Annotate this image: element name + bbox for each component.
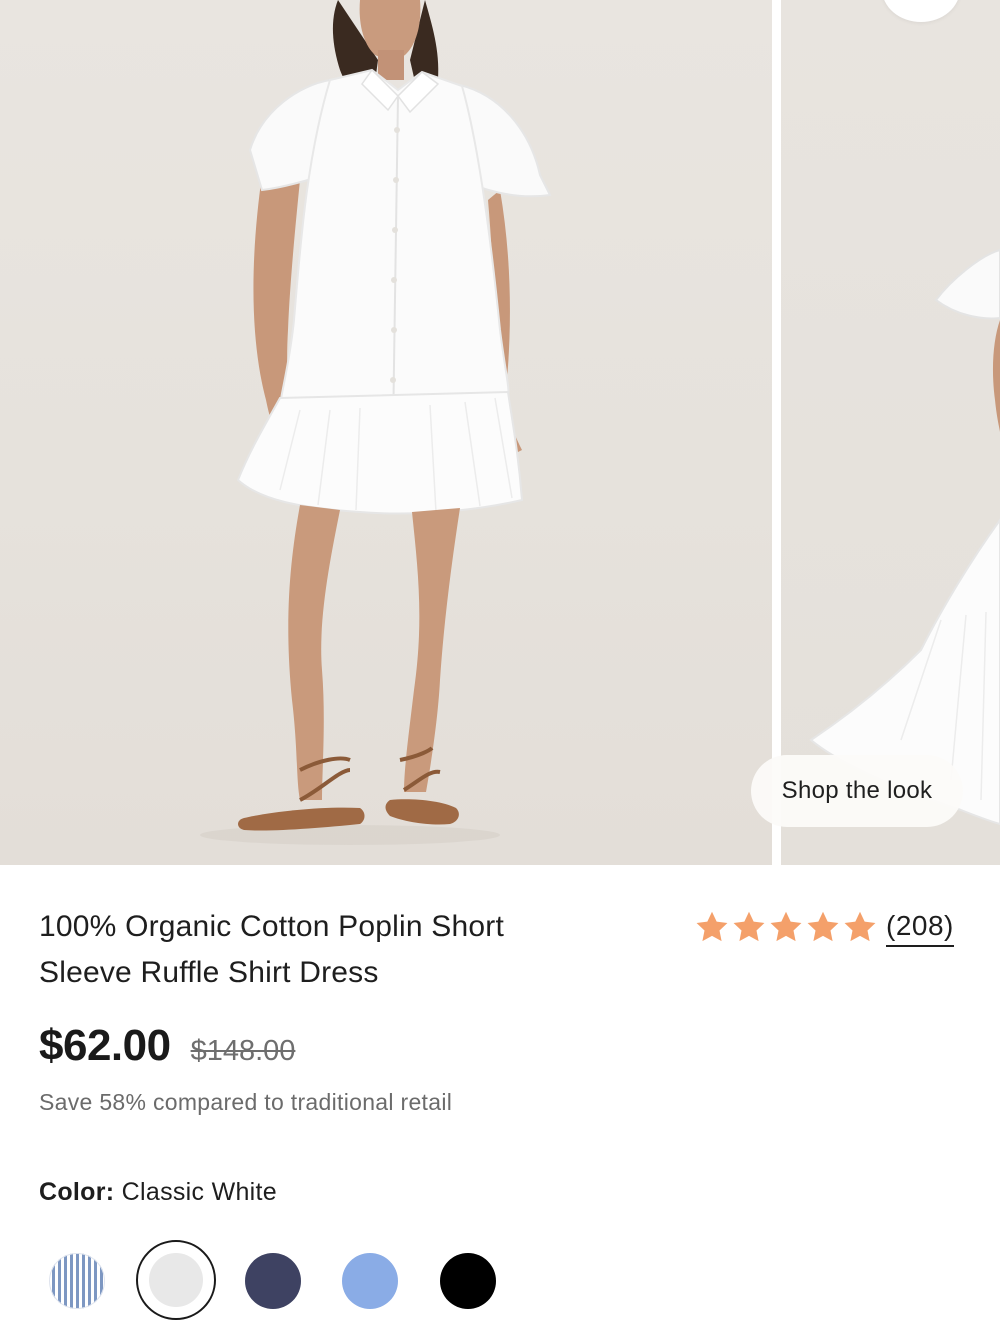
selected-color-name: Classic White bbox=[121, 1178, 277, 1206]
star-icon bbox=[731, 909, 767, 945]
product-image-carousel[interactable]: Shop the look bbox=[0, 0, 1000, 865]
product-title-line-1: 100% Organic Cotton Poplin Short bbox=[39, 910, 504, 943]
product-rating[interactable]: (208) bbox=[694, 904, 954, 950]
price-row: $62.00 $148.00 bbox=[39, 1021, 295, 1071]
color-swatches bbox=[0, 1240, 1000, 1322]
swatch-blue-stripe[interactable] bbox=[49, 1253, 105, 1309]
color-label-prefix: Color: bbox=[39, 1178, 115, 1206]
swatch-classic-white[interactable] bbox=[149, 1253, 203, 1307]
dress-detail-illustration bbox=[809, 248, 1000, 826]
savings-text: Save 58% compared to traditional retail bbox=[39, 1089, 453, 1115]
product-title: 100% Organic Cotton Poplin Short Sleeve … bbox=[39, 904, 599, 996]
swatch-light-blue[interactable] bbox=[342, 1253, 398, 1309]
current-price: $62.00 bbox=[39, 1021, 171, 1070]
star-icon bbox=[805, 909, 841, 945]
star-icon bbox=[842, 909, 878, 945]
product-image-next[interactable] bbox=[781, 0, 1000, 865]
star-icon bbox=[768, 909, 804, 945]
shop-the-look-button[interactable]: Shop the look bbox=[751, 755, 963, 827]
star-rating bbox=[694, 909, 878, 945]
product-title-line-2: Sleeve Ruffle Shirt Dress bbox=[39, 956, 379, 989]
product-image-main[interactable] bbox=[0, 0, 772, 865]
review-count-link[interactable]: (208) bbox=[886, 908, 954, 947]
star-icon bbox=[694, 909, 730, 945]
swatch-navy[interactable] bbox=[245, 1253, 301, 1309]
swatch-selected-ring bbox=[136, 1240, 216, 1320]
swatch-black[interactable] bbox=[440, 1253, 496, 1309]
model-wearing-dress-illustration bbox=[200, 0, 552, 845]
original-price: $148.00 bbox=[190, 1035, 296, 1067]
color-label: Color: Classic White bbox=[39, 1178, 277, 1207]
